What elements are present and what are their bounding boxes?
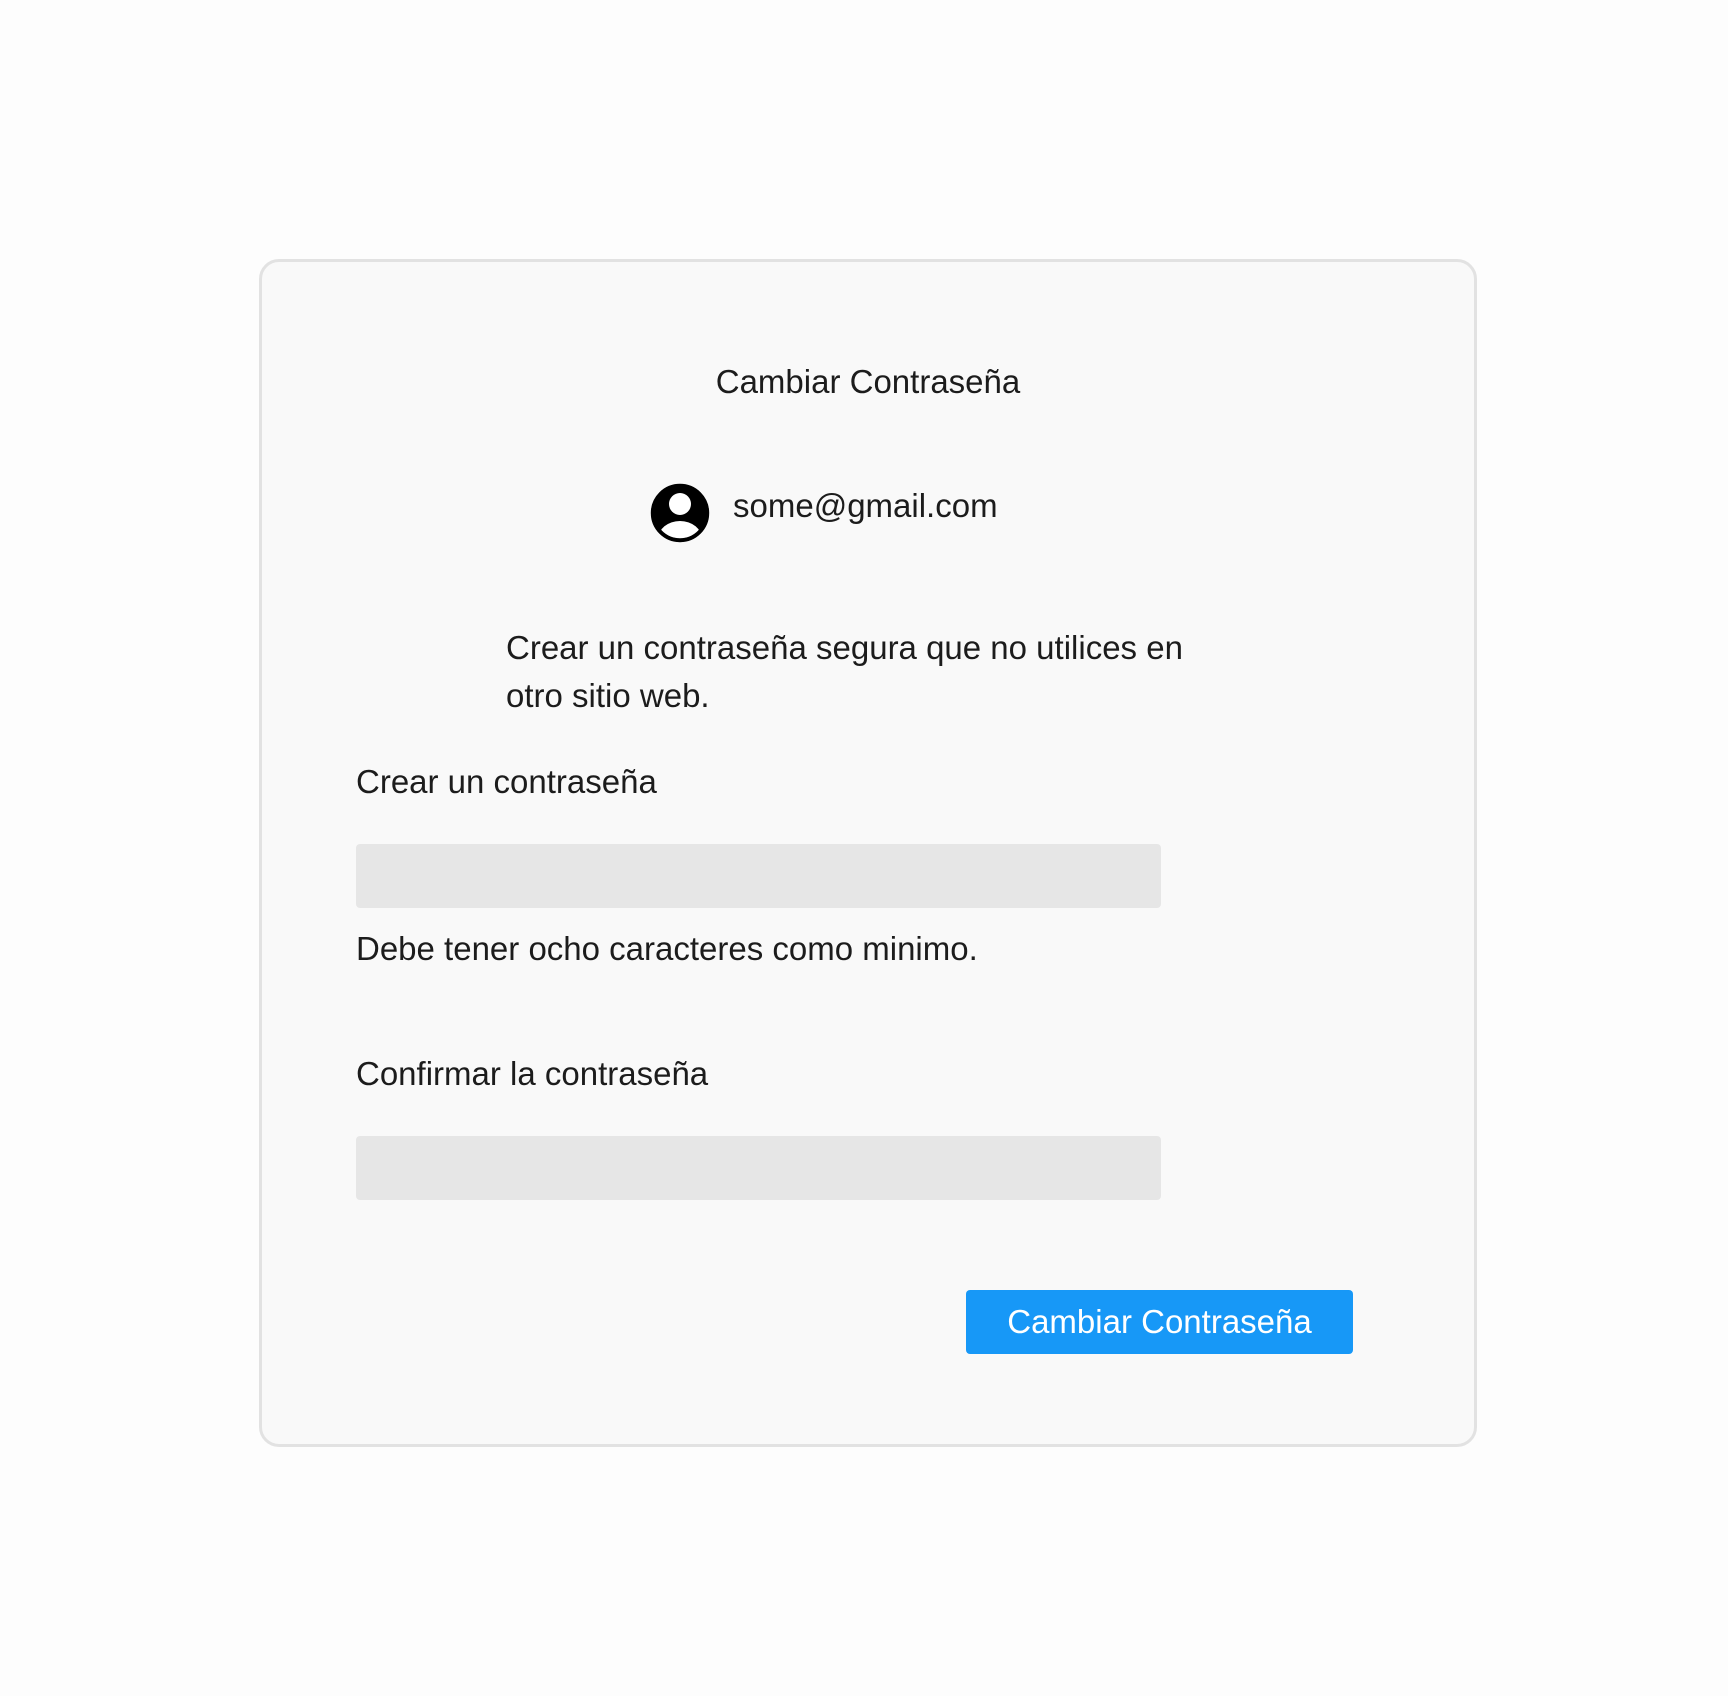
password-requirement-hint: Debe tener ocho caracteres como minimo. [356,930,978,967]
account-email: some@gmail.com [733,487,998,524]
account-info: some@gmail.com [647,480,998,546]
new-password-input[interactable] [356,844,1161,908]
confirm-password-input[interactable] [356,1136,1161,1200]
intro-text: Crear un contraseña segura que no utilic… [506,629,1183,714]
user-account-icon [650,483,710,543]
page-title: Cambiar Contraseña [715,363,1021,400]
change-password-button[interactable]: Cambiar Contraseña [966,1290,1353,1354]
change-password-card: Cambiar Contraseña some@gmail.com Crear … [259,259,1477,1447]
new-password-label: Crear un contraseña [356,763,657,800]
confirm-password-label: Confirmar la contraseña [356,1055,709,1092]
